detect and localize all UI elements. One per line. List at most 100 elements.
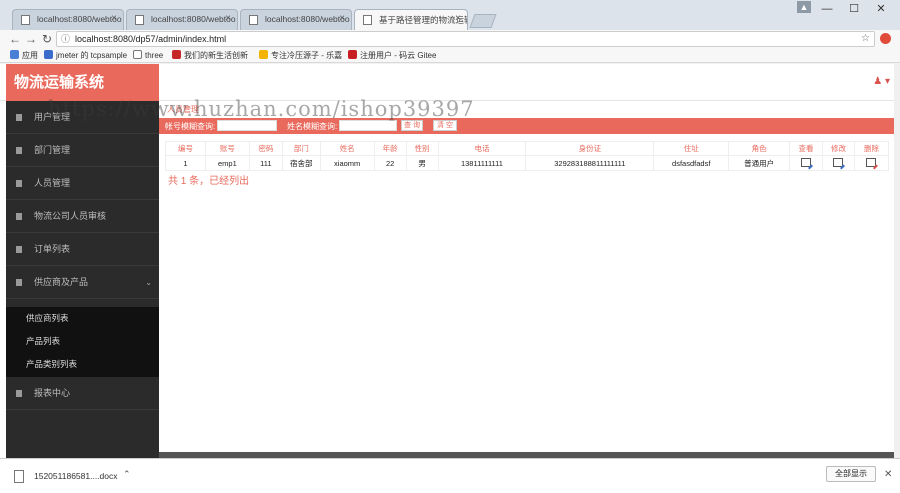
query-button[interactable]: 查 询	[401, 120, 423, 131]
caret-down-icon: ▾	[884, 76, 890, 87]
suppliers-submenu: 供应商列表 产品列表 产品类别列表	[6, 307, 159, 377]
column-header: 修改	[822, 141, 855, 156]
delete-icon[interactable]	[866, 157, 877, 167]
bookmark-three[interactable]: three	[133, 50, 163, 60]
name-search-label: 姓名模糊查询:	[287, 122, 338, 131]
edit-icon[interactable]	[833, 157, 844, 167]
maximize-button[interactable]: ☐	[841, 0, 867, 18]
file-icon	[16, 147, 22, 154]
gitee-icon	[348, 50, 357, 59]
apps-grid-icon	[10, 50, 19, 59]
browser-tab-2[interactable]: localhost:8080/webtoo ×	[126, 9, 238, 30]
address-bar-row: ← → ↻ ⓘ localhost:8080/dp57/admin/index.…	[0, 30, 900, 48]
close-window-button[interactable]: ✕	[868, 0, 894, 18]
file-icon	[16, 390, 22, 397]
page-icon	[21, 15, 30, 25]
account-search-input[interactable]	[217, 120, 277, 131]
column-header: 部门	[281, 141, 321, 156]
table-cell: 329283188811111111	[525, 155, 655, 171]
submenu-item-product-categories[interactable]: 产品类别列表	[6, 353, 159, 376]
sidebar-item-staff[interactable]: 人员管理	[6, 167, 159, 200]
app-viewport: 物流运输系统 ♟ ▾ 用户管理 部门管理 人员管理 物流公司人员审核 订单列表 …	[0, 64, 900, 458]
minimize-button[interactable]: —	[814, 0, 840, 18]
sidebar-item-orders[interactable]: 订单列表	[6, 233, 159, 266]
reload-icon[interactable]: ↻	[40, 31, 54, 47]
table-cell: dsfasdfadsf	[653, 155, 730, 171]
table-cell: 普通用户	[728, 155, 791, 171]
site-icon	[172, 50, 181, 59]
extension-icon[interactable]	[880, 33, 891, 44]
user-icon: ♟	[873, 76, 883, 87]
table-cell: 男	[405, 155, 439, 171]
page-icon	[249, 15, 258, 25]
table-row: 1 emp1 111 宿舍部 xiaomm 22 男 13811111111 3…	[165, 155, 890, 171]
name-search-input[interactable]	[339, 120, 397, 131]
table-cell: xiaomm	[319, 155, 375, 171]
file-icon	[16, 114, 22, 121]
file-icon	[16, 180, 22, 187]
info-icon[interactable]: ⓘ	[61, 32, 70, 46]
account-search-label: 帐号模糊查询:	[165, 122, 216, 131]
sidebar-item-departments[interactable]: 部门管理	[6, 134, 159, 167]
table-cell: emp1	[204, 155, 250, 171]
bookmark-jmeter[interactable]: jmeter 的 tcpsample	[44, 50, 127, 61]
close-tab-icon[interactable]: ×	[455, 13, 461, 24]
close-tab-icon[interactable]: ×	[225, 13, 231, 24]
column-header: 住址	[653, 141, 730, 156]
browser-tab-bar: localhost:8080/webtoo × localhost:8080/w…	[0, 0, 900, 30]
back-icon[interactable]: ←	[8, 31, 22, 47]
page-icon	[363, 15, 372, 25]
close-tab-icon[interactable]: ×	[339, 13, 345, 24]
vertical-scrollbar[interactable]	[894, 64, 900, 458]
column-header: 性别	[405, 141, 439, 156]
column-header: 年龄	[373, 141, 407, 156]
bookmarks-bar: 应用 jmeter 的 tcpsample three 我们的新生活创新 专注冷…	[0, 48, 900, 63]
bookmark-yuanzi[interactable]: 专注冷压源子 - 乐嘉	[259, 50, 342, 61]
document-icon	[14, 470, 24, 483]
profile-icon[interactable]: ▲	[797, 1, 811, 13]
table-header-row: 编号 账号 密码 部门 姓名 年龄 性别 电话 身份证 住址 角色 查看 修改 …	[165, 141, 890, 156]
column-header: 电话	[437, 141, 527, 156]
bookmark-star-icon[interactable]: ☆	[861, 32, 870, 46]
table-cell: 1	[165, 155, 206, 171]
column-header: 姓名	[319, 141, 375, 156]
sidebar-item-reports[interactable]: 报表中心	[6, 377, 159, 410]
close-tab-icon[interactable]: ×	[111, 13, 117, 24]
download-filename[interactable]: 152051186581....docx	[34, 471, 118, 481]
forward-icon[interactable]: →	[24, 31, 38, 47]
new-tab-button[interactable]	[469, 14, 497, 28]
close-icon[interactable]: ✕	[884, 469, 892, 480]
view-action-cell	[789, 155, 823, 171]
bookmark-apps[interactable]: 应用	[10, 50, 38, 61]
sidebar-item-suppliers[interactable]: 供应商及产品 ⌄	[6, 266, 159, 299]
bookmark-gitee[interactable]: 注册用户 - 码云 Gitee	[348, 50, 436, 61]
view-icon[interactable]	[801, 157, 812, 167]
browser-tab-active[interactable]: 基于路径管理的物流运输 ×	[354, 9, 468, 30]
table-cell: 111	[248, 155, 283, 171]
staff-table: 编号 账号 密码 部门 姓名 年龄 性别 电话 身份证 住址 角色 查看 修改 …	[165, 141, 890, 171]
reset-button[interactable]: 清 空	[433, 120, 457, 131]
column-header: 删除	[853, 141, 890, 156]
watermark: https://www.huzhan.com/ishop39397	[48, 97, 475, 121]
table-cell: 宿舍部	[281, 155, 321, 171]
page-icon	[135, 15, 144, 25]
url-input[interactable]: ⓘ localhost:8080/dp57/admin/index.html ☆	[56, 31, 875, 47]
submenu-item-supplier-list[interactable]: 供应商列表	[6, 307, 159, 330]
download-bar: 152051186581....docx ⌃ 全部显示 ✕	[0, 458, 900, 493]
bookmark-life[interactable]: 我们的新生活创新	[172, 50, 248, 61]
submenu-item-product-list[interactable]: 产品列表	[6, 330, 159, 353]
user-menu-button[interactable]: ♟ ▾	[873, 76, 890, 87]
sidebar: 用户管理 部门管理 人员管理 物流公司人员审核 订单列表 供应商及产品 ⌄ 供应商…	[6, 101, 159, 458]
column-header: 账号	[204, 141, 250, 156]
show-all-downloads-button[interactable]: 全部显示	[826, 466, 876, 482]
browser-tab-3[interactable]: localhost:8080/webtoo ×	[240, 9, 352, 30]
delete-action-cell	[853, 155, 890, 171]
column-header: 查看	[789, 141, 823, 156]
chevron-up-icon[interactable]: ⌃	[123, 469, 131, 480]
browser-tab-1[interactable]: localhost:8080/webtoo ×	[12, 9, 124, 30]
app-header: 物流运输系统 ♟ ▾	[0, 64, 900, 101]
chevron-down-icon: ⌄	[145, 278, 152, 287]
column-header: 角色	[728, 141, 791, 156]
edit-action-cell	[822, 155, 855, 171]
sidebar-item-staff-review[interactable]: 物流公司人员审核	[6, 200, 159, 233]
